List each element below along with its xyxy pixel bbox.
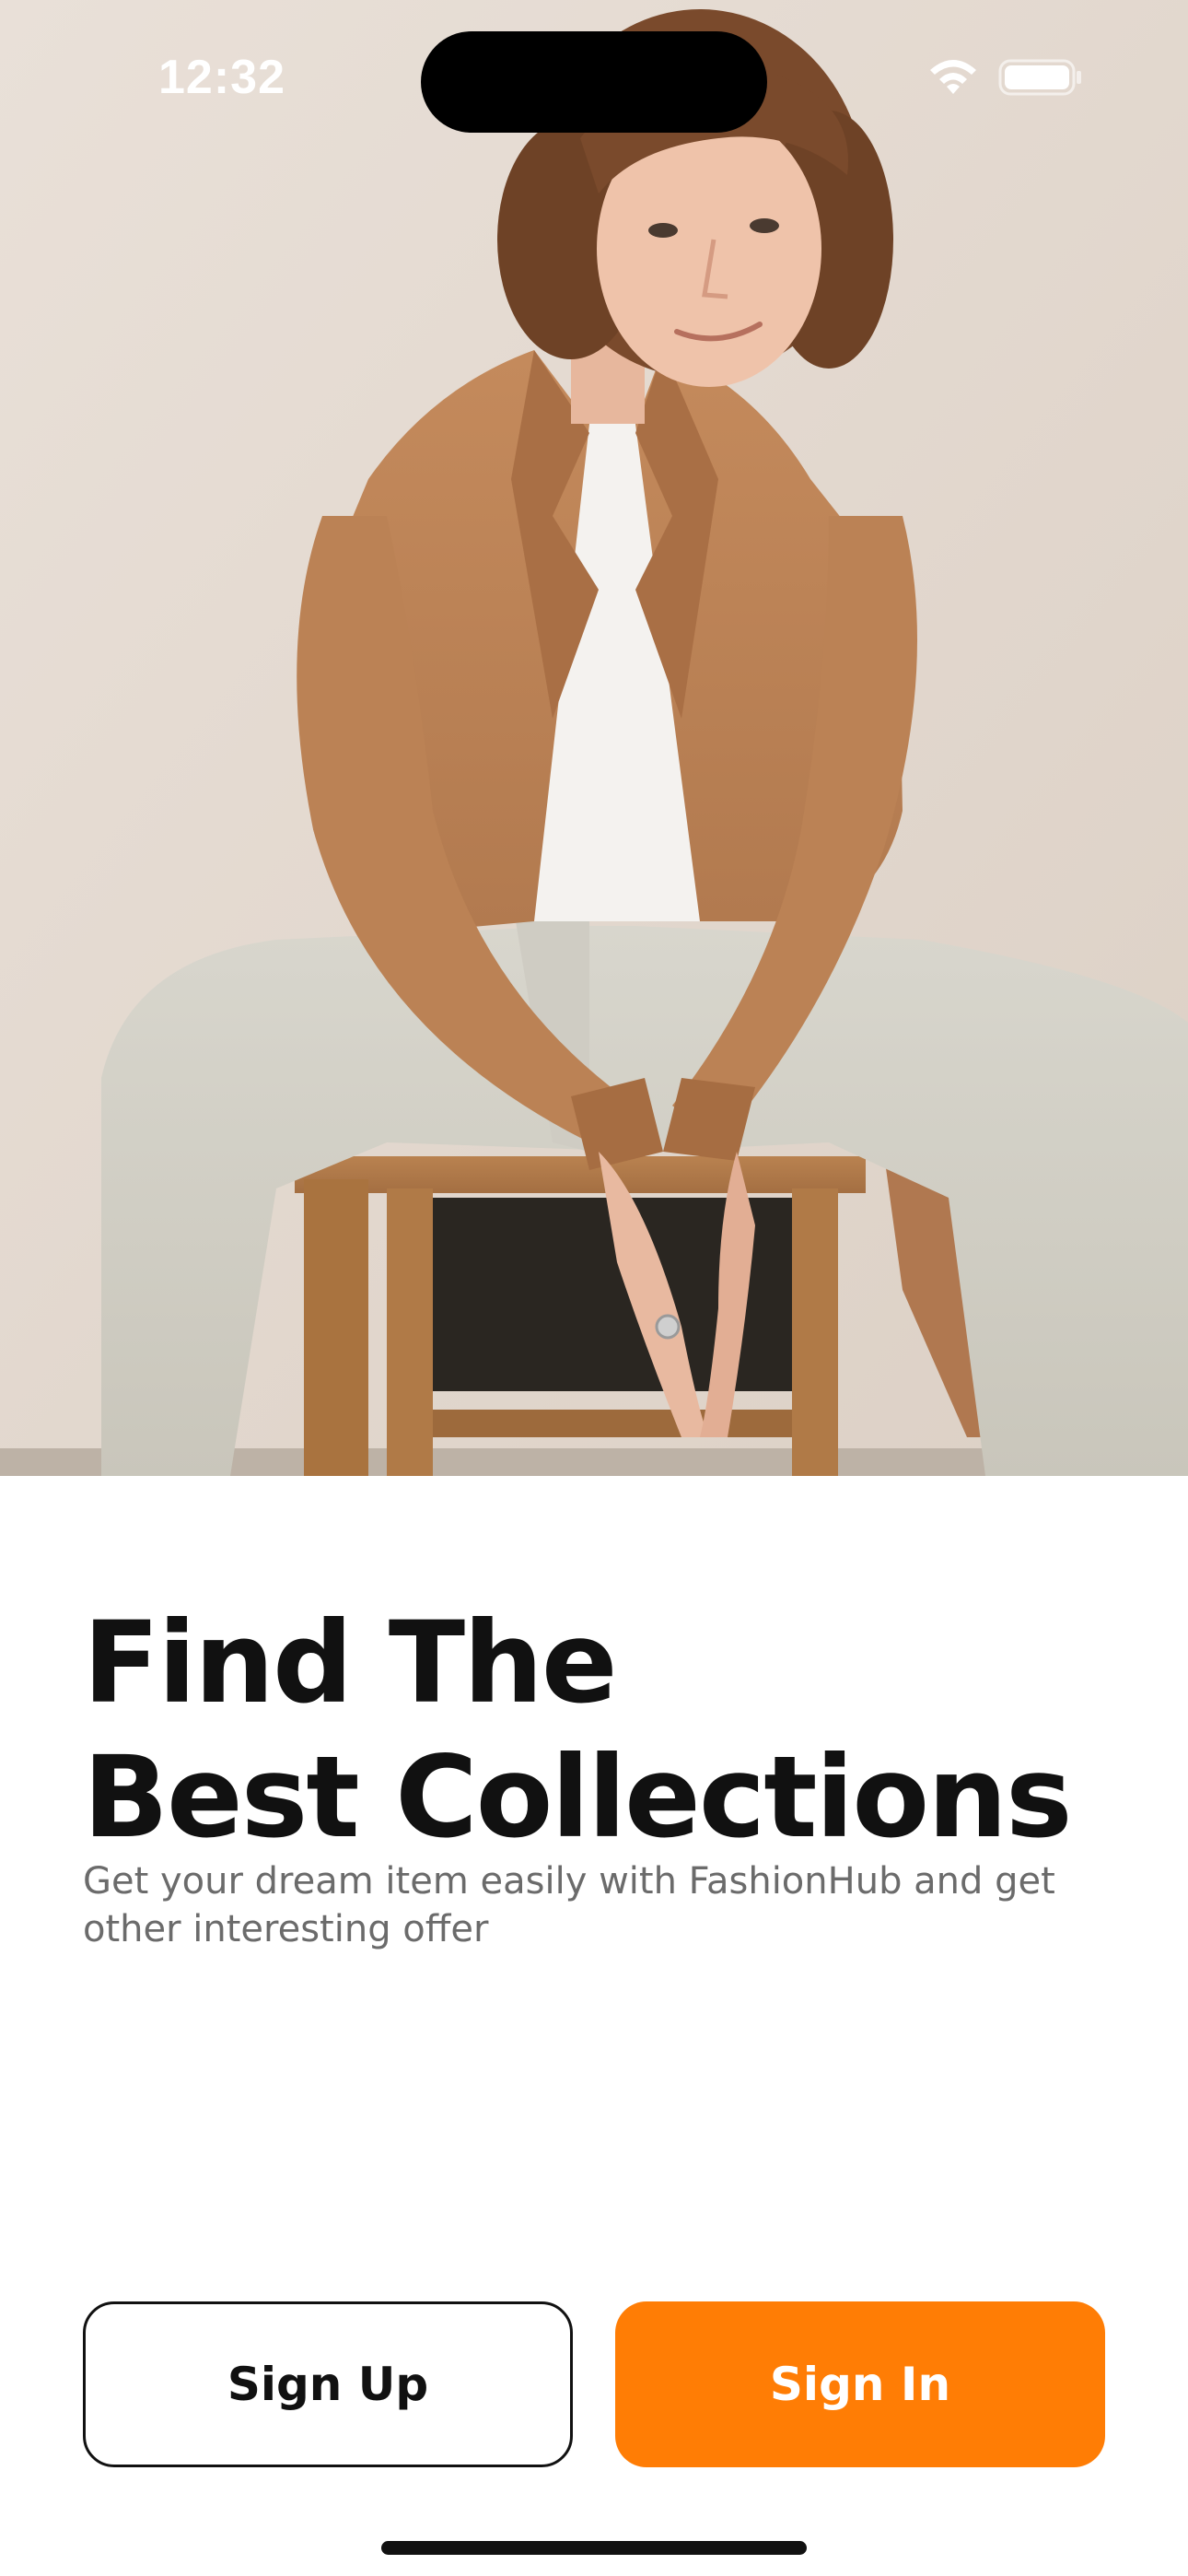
dynamic-island	[421, 31, 767, 133]
headline-line-1: Find The	[83, 1598, 618, 1728]
welcome-screen: 12:32 Find The Best Collections Get your…	[0, 0, 1188, 2576]
sign-in-button[interactable]: Sign In	[615, 2301, 1105, 2467]
model-photo	[0, 0, 1188, 1476]
hero-image	[0, 0, 1188, 1476]
home-indicator[interactable]	[381, 2541, 807, 2555]
sign-up-button[interactable]: Sign Up	[83, 2301, 573, 2467]
status-indicators	[926, 57, 1083, 98]
wifi-icon	[930, 60, 976, 94]
page-title: Find The Best Collections	[83, 1596, 1073, 1865]
status-time: 12:32	[158, 51, 285, 104]
subtitle: Get your dream item easily with FashionH…	[83, 1860, 1055, 1950]
battery-icon	[998, 59, 1081, 96]
headline-line-2: Best Collections	[83, 1732, 1073, 1863]
